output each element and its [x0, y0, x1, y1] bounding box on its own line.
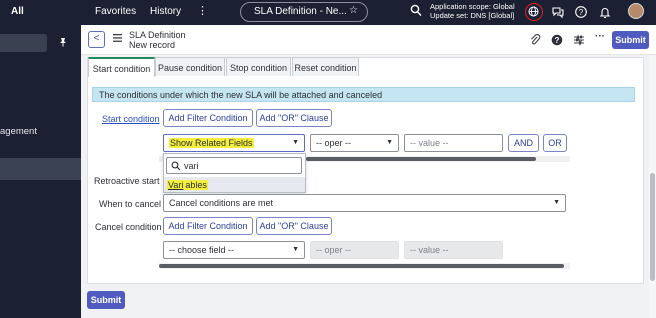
- vertical-scrollbar-thumb[interactable]: [650, 173, 655, 281]
- start-field-value: Show Related Fields: [169, 138, 254, 148]
- cancel-condition-label: Cancel condition: [95, 222, 162, 232]
- nav-item-partial[interactable]: agement: [0, 126, 37, 137]
- add-filter-condition-button[interactable]: Add Filter Condition: [163, 109, 253, 127]
- dropdown-search-input[interactable]: vari: [166, 157, 302, 174]
- tab-stop-condition[interactable]: Stop condition: [226, 57, 291, 76]
- form-title: SLA Definition: [129, 30, 186, 40]
- more-menu-icon[interactable]: ⋮: [197, 4, 208, 17]
- back-button[interactable]: <: [88, 31, 105, 48]
- cancel-field-select[interactable]: -- choose field -- ▼: [163, 241, 305, 259]
- when-to-cancel-select[interactable]: Cancel conditions are met ▼: [163, 194, 566, 212]
- help-icon[interactable]: ?: [574, 5, 588, 19]
- cancel-add-filter-condition-button[interactable]: Add Filter Condition: [163, 217, 253, 235]
- dropdown-option-match: Vari: [167, 180, 185, 190]
- form-header: < SLA Definition New record ? ··· Submit: [81, 25, 656, 55]
- start-operator-value: -- oper --: [316, 138, 352, 148]
- start-condition-scroll-thumb[interactable]: [306, 157, 536, 161]
- settings-sliders-icon[interactable]: [573, 34, 585, 46]
- info-message: The conditions under which the new SLA w…: [92, 87, 635, 102]
- chevron-down-icon: ▼: [292, 139, 299, 146]
- svg-text:?: ?: [579, 8, 584, 17]
- more-options-icon[interactable]: ···: [595, 31, 605, 42]
- search-icon: [171, 161, 181, 171]
- cancel-add-or-clause-button[interactable]: Add "OR" Clause: [256, 217, 332, 235]
- cancel-condition-scroll-thumb[interactable]: [159, 264, 564, 268]
- favorite-star-icon[interactable]: ☆: [349, 5, 358, 16]
- start-value-input[interactable]: -- value --: [404, 134, 503, 152]
- retroactive-start-label: Retroactive start: [94, 176, 160, 186]
- tab-reset-condition[interactable]: Reset condition: [292, 57, 359, 76]
- nav-item-selected[interactable]: [0, 158, 81, 180]
- help-circle-icon[interactable]: ?: [551, 34, 563, 46]
- submit-button-footer[interactable]: Submit: [87, 291, 125, 309]
- start-operator-select[interactable]: -- oper -- ▼: [310, 134, 399, 152]
- form-subtitle: New record: [129, 40, 176, 50]
- and-button[interactable]: AND: [508, 134, 539, 152]
- globe-icon[interactable]: [525, 3, 543, 21]
- chevron-down-icon: ▼: [386, 139, 393, 146]
- when-to-cancel-label: When to cancel: [99, 199, 162, 209]
- notifications-bell-icon[interactable]: [598, 5, 612, 19]
- cancel-operator-select: -- oper --: [310, 241, 399, 259]
- submit-button-header[interactable]: Submit: [612, 31, 649, 49]
- chevron-down-icon: ▼: [553, 199, 560, 206]
- application-scope-info[interactable]: Application scope: Global Update set: DN…: [430, 2, 515, 20]
- search-icon[interactable]: [410, 4, 422, 18]
- top-navigation-bar: All Favorites History ⋮ SLA Definition -…: [0, 0, 656, 25]
- dropdown-search-value: vari: [184, 161, 199, 171]
- tab-pause-condition[interactable]: Pause condition: [155, 57, 225, 76]
- navigator-filter-input[interactable]: [0, 34, 47, 52]
- add-or-clause-button[interactable]: Add "OR" Clause: [256, 109, 332, 127]
- context-menu-icon[interactable]: [113, 34, 122, 42]
- start-field-select[interactable]: Show Related Fields ▼: [163, 134, 305, 152]
- chat-icon[interactable]: [551, 5, 565, 19]
- update-set-text: Update set: DNS [Global]: [430, 11, 515, 20]
- attachment-icon[interactable]: [529, 34, 541, 46]
- when-to-cancel-value: Cancel conditions are met: [169, 198, 274, 208]
- current-record-pill[interactable]: SLA Definition - Ne... ☆: [240, 2, 368, 22]
- history-menu-tab[interactable]: History: [150, 6, 181, 17]
- application-scope-text: Application scope: Global: [430, 2, 515, 11]
- all-menu-tab[interactable]: All: [11, 6, 24, 17]
- cancel-field-value: -- choose field --: [169, 245, 235, 255]
- dropdown-option-rest: ables: [184, 180, 208, 190]
- cancel-value-input: -- value --: [404, 241, 503, 259]
- or-button[interactable]: OR: [543, 134, 567, 152]
- current-record-title: SLA Definition - Ne...: [254, 6, 347, 17]
- tab-start-condition[interactable]: Start condition: [88, 57, 155, 77]
- pin-icon[interactable]: [58, 37, 68, 47]
- favorites-menu-tab[interactable]: Favorites: [95, 6, 136, 17]
- left-navigation-panel: agement: [0, 25, 81, 318]
- user-avatar[interactable]: [628, 3, 644, 19]
- dropdown-option-variables[interactable]: Vari ables: [164, 177, 305, 192]
- start-condition-label[interactable]: Start condition: [102, 114, 160, 124]
- svg-text:?: ?: [555, 36, 560, 45]
- chevron-down-icon: ▼: [292, 246, 299, 253]
